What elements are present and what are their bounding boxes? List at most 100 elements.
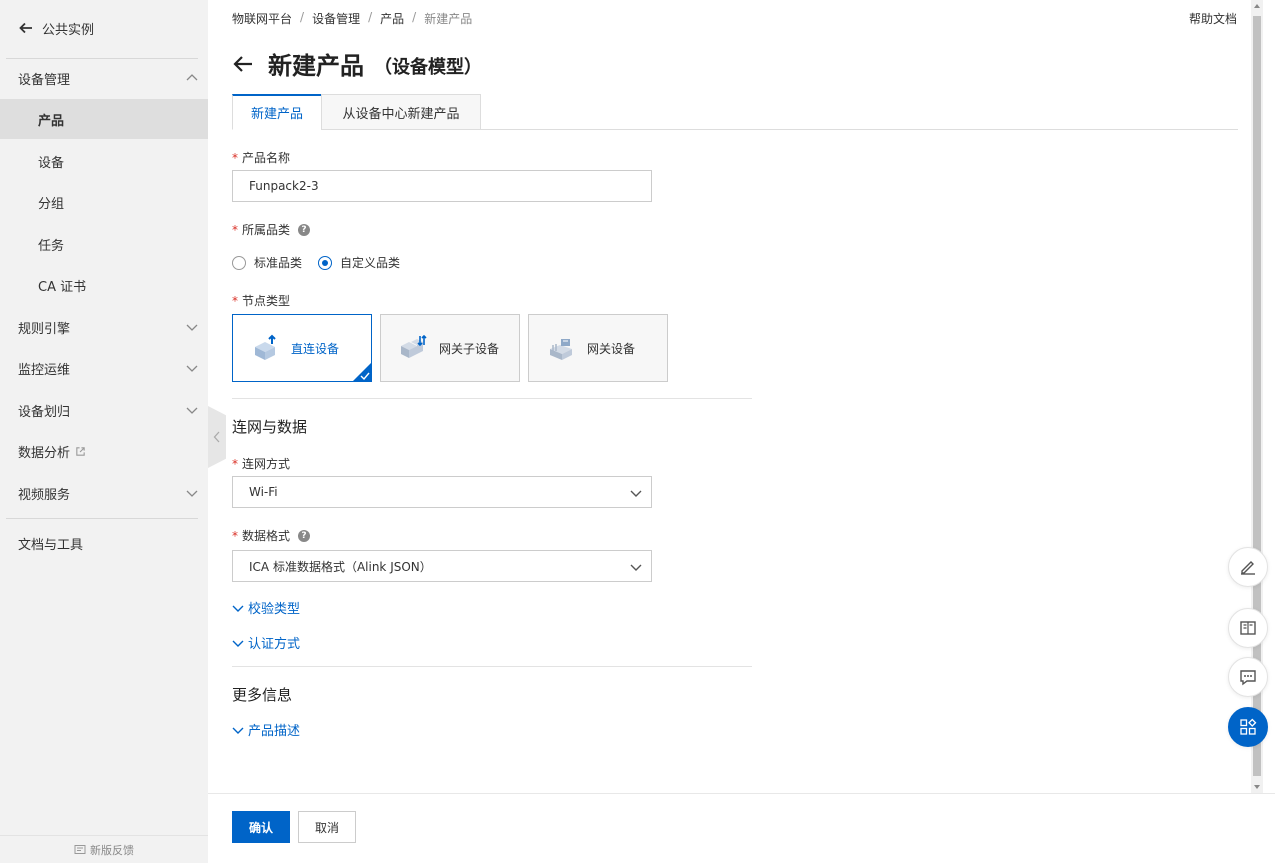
node-type-gateway-device[interactable]: 网关设备 (528, 314, 668, 382)
sidebar-item-label: 文档与工具 (18, 537, 84, 553)
network-select[interactable]: Wi-Fi (232, 476, 652, 508)
breadcrumb: 物联网平台 / 设备管理 / 产品 / 新建产品 (232, 10, 472, 27)
label-text: 连网方式 (242, 457, 291, 471)
required-mark: * (232, 456, 238, 471)
chevron-down-icon (630, 564, 642, 571)
required-mark: * (232, 528, 238, 543)
back-label: 公共实例 (42, 22, 95, 38)
chevron-down-icon (232, 640, 244, 647)
radio-custom-category[interactable]: 自定义品类 (318, 254, 400, 271)
sidebar-item-label: 产品 (38, 113, 65, 129)
page-subtitle: （设备模型） (374, 56, 482, 78)
sidebar-item-device-management[interactable]: 设备管理 (0, 58, 208, 98)
label-text: 节点类型 (242, 294, 291, 308)
required-mark: * (232, 150, 238, 165)
chevron-down-icon (186, 490, 198, 497)
sidebar-item-rule-engine[interactable]: 规则引擎 (0, 307, 208, 347)
edit-float-button[interactable] (1228, 547, 1268, 587)
required-mark: * (232, 293, 238, 308)
sidebar-item-group[interactable]: 分组 (0, 182, 208, 222)
node-type-gateway-sub-device[interactable]: 网关子设备 (380, 314, 520, 382)
help-icon[interactable]: ? (298, 223, 311, 236)
chevron-down-icon (186, 324, 198, 331)
scroll-down-icon[interactable] (1253, 783, 1261, 791)
select-value: ICA 标准数据格式（Alink JSON） (249, 559, 432, 574)
sidebar-item-task[interactable]: 任务 (0, 224, 208, 264)
sidebar-item-label: CA 证书 (38, 279, 87, 295)
auth-method-toggle[interactable]: 认证方式 (232, 633, 300, 652)
sidebar-item-device-assign[interactable]: 设备划归 (0, 390, 208, 430)
sidebar-item-label: 设备管理 (18, 72, 71, 88)
tab-from-device-center[interactable]: 从设备中心新建产品 (321, 94, 481, 130)
category-radio-group: 标准品类 自定义品类 (232, 254, 416, 271)
radio-label: 自定义品类 (340, 256, 401, 270)
page-header: 新建产品 （设备模型） (232, 46, 482, 81)
sidebar-item-label: 分组 (38, 196, 65, 212)
gateway-device-icon (550, 339, 572, 360)
breadcrumb-separator: / (300, 10, 305, 24)
radio-circle-checked (318, 255, 333, 270)
apps-float-button[interactable] (1228, 707, 1268, 747)
sidebar-item-data-analysis[interactable]: 数据分析 (0, 431, 208, 471)
tab-new-product[interactable]: 新建产品 (232, 94, 322, 130)
node-type-direct-device[interactable]: 直连设备 (232, 314, 372, 382)
sidebar-item-monitoring[interactable]: 监控运维 (0, 348, 208, 388)
back-arrow-icon[interactable] (232, 53, 254, 75)
node-type-cards: 直连设备 网关子设备 网关设备 (232, 314, 676, 382)
docs-float-button[interactable] (1228, 608, 1268, 648)
section-title-more-info: 更多信息 (232, 686, 293, 704)
product-name-input[interactable]: Funpack2-3 (232, 170, 652, 202)
direct-device-icon (255, 334, 276, 360)
scroll-up-icon[interactable] (1253, 2, 1261, 10)
chevron-up-icon (186, 74, 198, 81)
breadcrumb-separator: / (368, 10, 373, 24)
sidebar-item-label: 视频服务 (18, 487, 71, 503)
feedback-link[interactable]: 新版反馈 (0, 835, 208, 863)
toggle-label: 认证方式 (248, 637, 301, 652)
sidebar-item-label: 任务 (38, 238, 65, 254)
apps-icon (1240, 718, 1257, 735)
data-format-label: * 数据格式 ? (232, 527, 311, 544)
breadcrumb-item[interactable]: 设备管理 (312, 10, 360, 27)
card-label: 直连设备 (291, 341, 340, 356)
select-value: Wi-Fi (249, 485, 278, 499)
divider (6, 518, 198, 519)
verify-type-toggle[interactable]: 校验类型 (232, 598, 300, 617)
chevron-down-icon (232, 727, 244, 734)
divider (232, 666, 752, 667)
help-docs-link[interactable]: 帮助文档 (1189, 10, 1237, 27)
page-title: 新建产品 (268, 52, 364, 80)
breadcrumb-item[interactable]: 物联网平台 (232, 10, 292, 27)
sidebar-item-label: 数据分析 (18, 445, 71, 461)
external-link-icon (76, 446, 85, 456)
confirm-button[interactable]: 确认 (232, 811, 290, 843)
radio-label: 标准品类 (254, 256, 303, 270)
sidebar-item-docs-tools[interactable]: 文档与工具 (0, 523, 208, 563)
sidebar-item-video-service[interactable]: 视频服务 (0, 473, 208, 513)
back-to-instances[interactable]: 公共实例 (18, 18, 94, 38)
book-icon (1240, 621, 1256, 635)
help-icon[interactable]: ? (298, 529, 311, 542)
feedback-label: 新版反馈 (90, 843, 134, 857)
sidebar-item-label: 规则引擎 (18, 321, 71, 337)
required-mark: * (232, 222, 238, 237)
arrow-left-icon (19, 22, 32, 34)
data-format-select[interactable]: ICA 标准数据格式（Alink JSON） (232, 550, 652, 582)
sidebar-item-ca-cert[interactable]: CA 证书 (0, 265, 208, 305)
card-label: 网关设备 (587, 341, 636, 356)
sidebar-item-product[interactable]: 产品 (0, 99, 208, 139)
label-text: 产品名称 (242, 151, 291, 165)
cancel-button[interactable]: 取消 (298, 811, 356, 843)
sidebar-item-label: 监控运维 (18, 362, 71, 378)
breadcrumb-item[interactable]: 产品 (380, 10, 404, 27)
radio-circle (232, 255, 246, 270)
main-content: 物联网平台 / 设备管理 / 产品 / 新建产品 帮助文档 新建产品 （设备模型… (208, 0, 1263, 793)
label-text: 所属品类 (242, 223, 291, 237)
chevron-down-icon (186, 365, 198, 372)
description-toggle[interactable]: 产品描述 (232, 720, 300, 739)
category-label: * 所属品类 ? (232, 221, 311, 238)
sidebar-item-device[interactable]: 设备 (0, 141, 208, 181)
radio-standard-category[interactable]: 标准品类 (232, 254, 302, 271)
chat-float-button[interactable] (1228, 657, 1268, 697)
node-type-label: * 节点类型 (232, 292, 290, 309)
